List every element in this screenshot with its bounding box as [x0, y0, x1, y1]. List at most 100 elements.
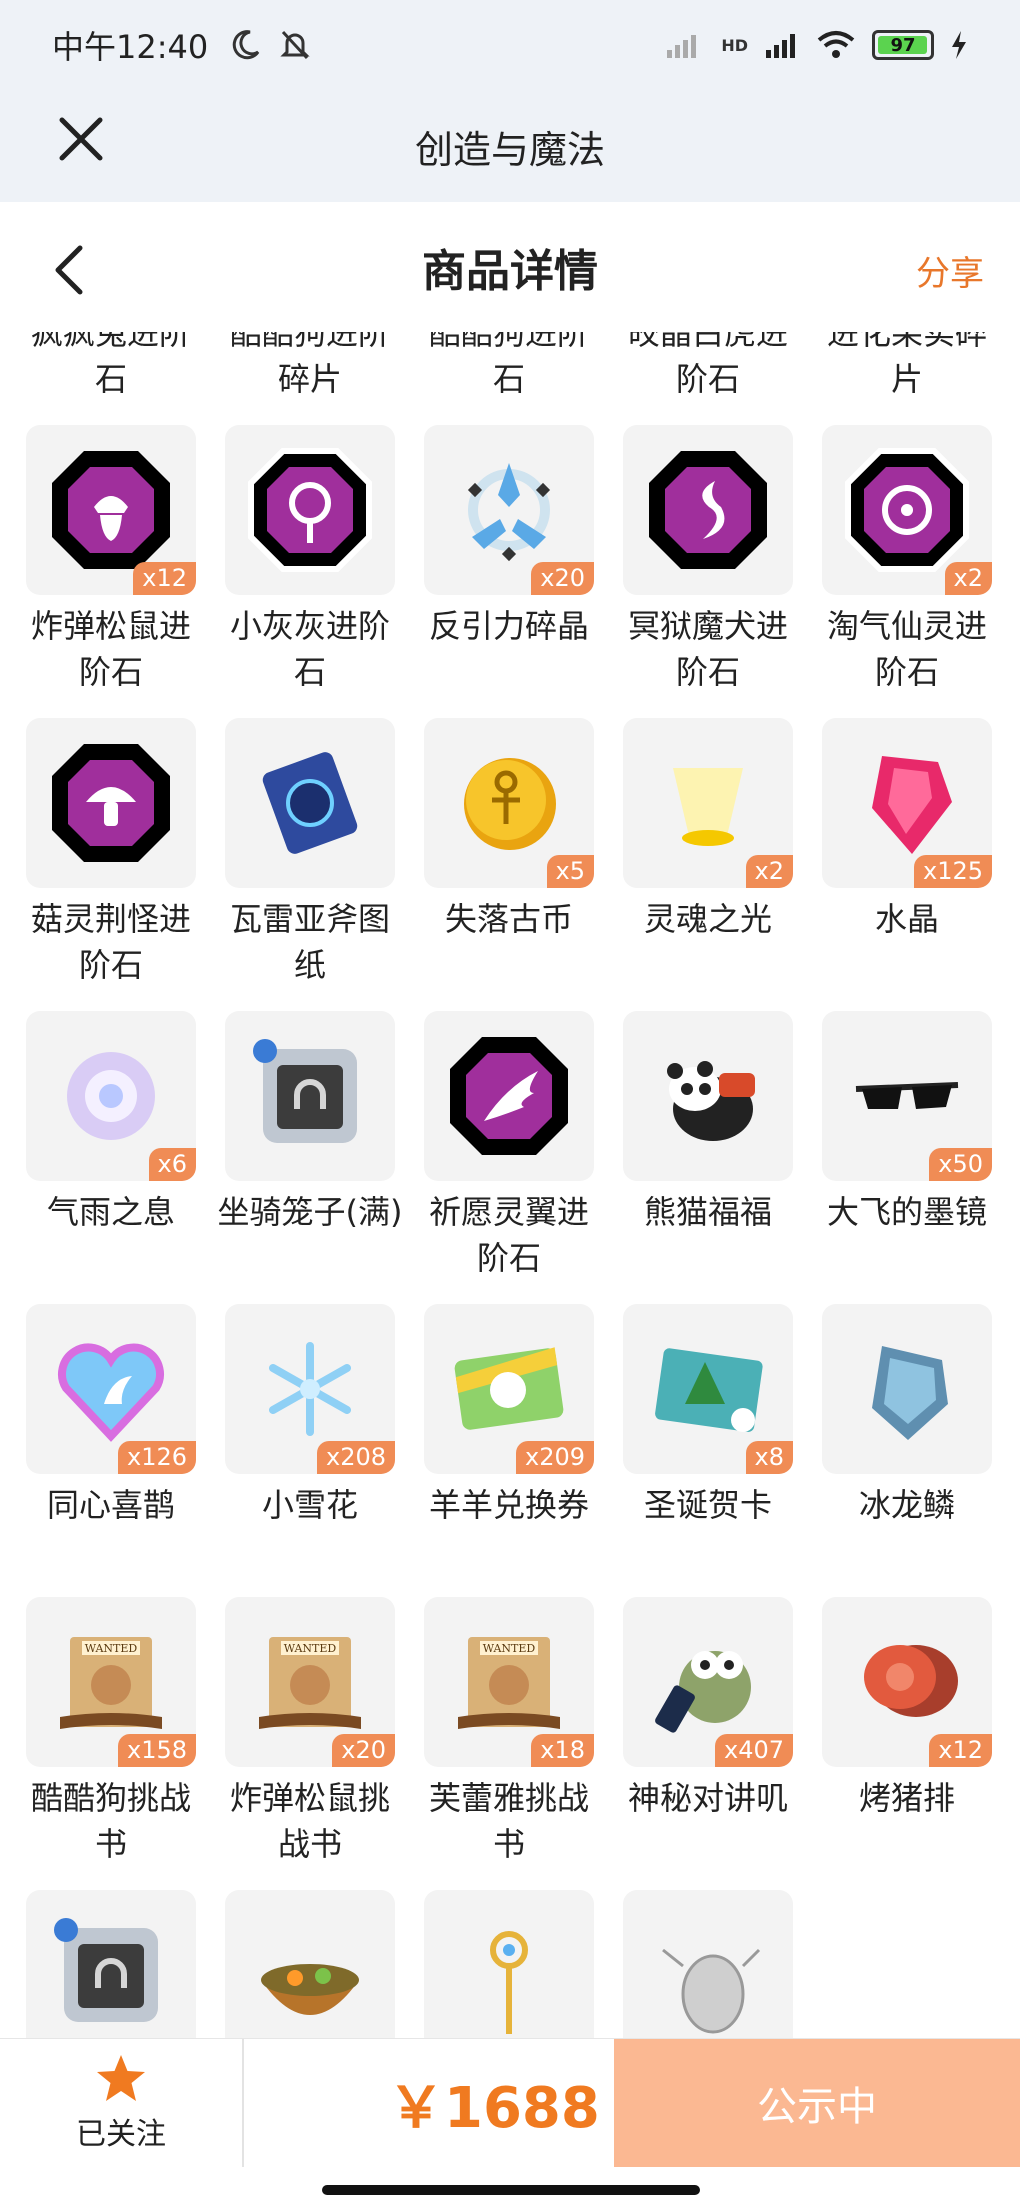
network-type: HD [721, 35, 748, 55]
status-bar: 中午12:40 HD 97 [0, 0, 1020, 90]
item-card[interactable]: x4进化果实碎片 [822, 332, 992, 425]
app-title: 创造与魔法 [414, 127, 605, 172]
wanted-poster-icon: WANTED x18 [424, 1597, 594, 1767]
sunglasses-icon: x50 [822, 1011, 992, 1181]
item-card[interactable]: " x1="0" y1="0" x2="1" y2="1"> )"/> x12 炸… [26, 425, 196, 718]
svg-text:WANTED: WANTED [85, 1642, 138, 1655]
page-header: 商品详情 分享 [0, 202, 1020, 332]
quantity-badge: x50 [929, 1148, 992, 1181]
home-indicator [322, 2185, 700, 2195]
item-card[interactable] [26, 1890, 196, 2038]
back-arrow-icon[interactable] [48, 242, 92, 298]
wanted-poster-icon: WANTED x158 [26, 1597, 196, 1767]
mount-cage-icon [225, 1011, 395, 1181]
item-name: 灵魂之光 [643, 900, 772, 938]
item-card[interactable]: x209 羊羊兑换券 [424, 1304, 594, 1597]
item-name: 淘气仙灵进阶石 [826, 607, 987, 691]
item-card[interactable]: " x1="0" y1="0" x2="1" y2="1"> )"/> 冥狱魔犬… [623, 425, 793, 718]
quantity-badge: x6 [148, 1148, 196, 1181]
item-name: 熊猫福福 [643, 1193, 772, 1231]
item-card[interactable]: WANTED x18 芙蕾雅挑战书 [424, 1597, 594, 1890]
heart-magpie-icon: x126 [26, 1304, 196, 1474]
follow-button[interactable]: 已关注 [0, 2039, 242, 2167]
battery-icon: 97 [872, 30, 934, 60]
item-card[interactable]: " x1="0" y1="0" x2="1" y2="1"> )"/> 菇灵荆怪… [26, 718, 196, 1011]
gem-wing-icon: " x1="0" y1="0" x2="1" y2="1"> )"/> [424, 1011, 594, 1181]
sheep-ticket-icon: x209 [424, 1304, 594, 1474]
pork-chop-icon: x12 [822, 1597, 992, 1767]
mute-bell-icon [280, 30, 310, 60]
quantity-badge: x18 [531, 1734, 594, 1767]
item-card[interactable]: 瓦雷亚斧图纸 [225, 718, 395, 1011]
public-status-button[interactable]: 公示中 [614, 2039, 1020, 2167]
quantity-badge: x125 [913, 855, 992, 888]
snowflake-icon: x208 [225, 1304, 395, 1474]
item-card[interactable]: x208 小雪花 [225, 1304, 395, 1597]
quantity-badge: x20 [332, 1734, 395, 1767]
item-card[interactable]: x2酷酷狗进阶石 [424, 332, 594, 425]
item-card[interactable]: x28疯疯兔进阶石 [26, 332, 196, 425]
item-card[interactable] [623, 1890, 793, 2038]
item-card[interactable]: 酷酷狗进阶碎片 [225, 332, 395, 425]
item-card[interactable]: 冰龙鳞 [822, 1304, 992, 1597]
share-button[interactable]: 分享 [916, 246, 984, 295]
svg-text:WANTED: WANTED [284, 1642, 337, 1655]
item-name: 酷酷狗挑战书 [30, 1779, 191, 1863]
crystal-cluster-icon: x20 [424, 425, 594, 595]
signal-icon [766, 34, 795, 58]
close-icon[interactable] [56, 114, 106, 164]
quantity-badge: x8 [745, 1441, 793, 1474]
item-name: 反引力碎晶 [428, 607, 589, 645]
christmas-card-icon: x8 [623, 1304, 793, 1474]
item-card[interactable]: x6 气雨之息 [26, 1011, 196, 1304]
item-card[interactable]: 熊猫福福 [623, 1011, 793, 1304]
quantity-badge: x12 [929, 1734, 992, 1767]
item-card[interactable]: x8 圣诞贺卡 [623, 1304, 793, 1597]
item-card[interactable] [225, 1890, 395, 2038]
item-card[interactable]: x5 失落古币 [424, 718, 594, 1011]
item-card[interactable]: 坐骑笼子(满) [218, 1011, 402, 1304]
item-name: 同心喜鹊 [46, 1486, 175, 1524]
item-name: 酷酷狗进阶碎片 [229, 332, 390, 398]
star-icon [97, 2055, 145, 2101]
item-card[interactable]: WANTED x158 酷酷狗挑战书 [26, 1597, 196, 1890]
follow-label: 已关注 [76, 2117, 166, 2152]
item-card[interactable]: " x1="0" y1="0" x2="1" y2="1"> )"/> x2 淘气… [822, 425, 992, 718]
item-card[interactable]: x50 大飞的墨镜 [822, 1011, 992, 1304]
quantity-badge: x5 [546, 855, 594, 888]
item-card[interactable]: x12 烤猪排 [822, 1597, 992, 1890]
item-card[interactable]: " x1="0" y1="0" x2="1" y2="1"> )"/> 小灰灰进… [225, 425, 395, 718]
item-name: 炸弹松鼠挑战书 [229, 1779, 390, 1863]
item-card[interactable]: WANTED x20 炸弹松鼠挑战书 [225, 1597, 395, 1890]
item-card[interactable]: x20 反引力碎晶 [424, 425, 594, 718]
item-name: 炸弹松鼠进阶石 [30, 607, 191, 691]
item-card[interactable]: x2皎晶白虎进阶石 [623, 332, 793, 425]
moon-icon [232, 30, 260, 60]
mount-cage-icon [26, 1890, 196, 2038]
quantity-badge: x158 [117, 1734, 196, 1767]
item-name: 进化果实碎片 [826, 332, 987, 398]
item-name: 圣诞贺卡 [643, 1486, 772, 1524]
app-header: 创造与魔法 [0, 90, 1020, 202]
wanted-poster-icon: WANTED x20 [225, 1597, 395, 1767]
item-card[interactable]: x125 水晶 [822, 718, 992, 1011]
item-card[interactable] [424, 1890, 594, 2038]
quantity-badge: x2 [944, 562, 992, 595]
gem-flame-icon: " x1="0" y1="0" x2="1" y2="1"> )"/> [623, 425, 793, 595]
charging-icon [952, 31, 966, 59]
item-name: 冰龙鳞 [858, 1486, 955, 1524]
gem-fairy-icon: " x1="0" y1="0" x2="1" y2="1"> )"/> x2 [822, 425, 992, 595]
item-card[interactable]: " x1="0" y1="0" x2="1" y2="1"> )"/> 祈愿灵翼… [424, 1011, 594, 1304]
divider [242, 2039, 244, 2167]
stew-bowl-icon [225, 1890, 395, 2038]
item-card[interactable]: x126 同心喜鹊 [26, 1304, 196, 1597]
item-name: 气雨之息 [46, 1193, 175, 1231]
gem-mushroom-icon: " x1="0" y1="0" x2="1" y2="1"> )"/> [26, 718, 196, 888]
panda-icon [623, 1011, 793, 1181]
beetle-icon [623, 1890, 793, 2038]
item-card[interactable]: x2 灵魂之光 [623, 718, 793, 1011]
item-card[interactable]: x407 神秘对讲叽 [623, 1597, 793, 1890]
quantity-badge: x407 [714, 1734, 793, 1767]
quantity-badge: x208 [316, 1441, 395, 1474]
item-name: 大飞的墨镜 [826, 1193, 987, 1231]
